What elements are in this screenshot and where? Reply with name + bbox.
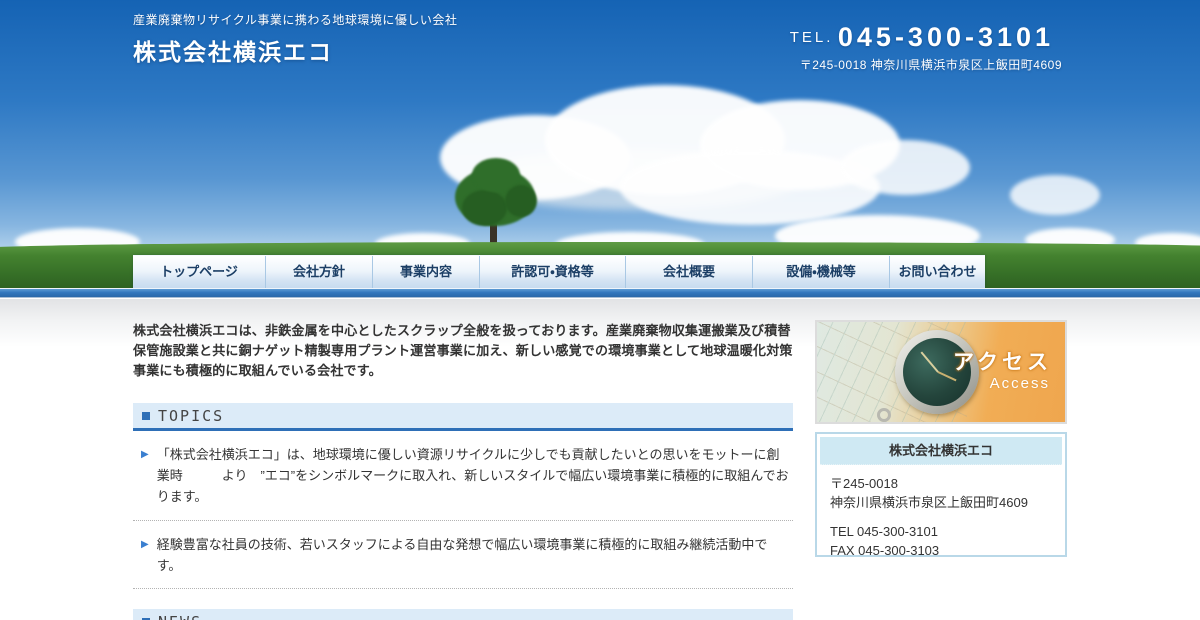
main-column: 株式会社横浜エコは、非鉄金属を中心としたスクラップ全般を扱っております。産業廃棄… [133,321,793,620]
nav-item-business[interactable]: 事業内容 [372,256,479,288]
access-banner[interactable]: アクセス Access [815,320,1067,424]
tree [505,185,537,217]
compass-crown [877,408,891,422]
site-tagline: 産業廃棄物リサイクル事業に携わる地球環境に優しい会社 [133,11,457,28]
news-title: NEWS [158,613,202,620]
list-item: ▶ 「株式会社横浜エコ」は、地球環境に優しい資源リサイクルに少しでも貢献したいと… [133,431,793,520]
square-bullet-icon [142,412,150,420]
company-tel: TEL 045-300-3101 [830,523,1052,542]
list-item: ▶ 経験豊富な社員の技術、若いスタッフによる自由な発想で幅広い環境事業に積極的に… [133,521,793,590]
access-banner-subtitle: Access [990,375,1050,392]
nav-item-contact[interactable]: お問い合わせ [889,256,985,288]
compass-hand [921,351,939,372]
tel-label: TEL. [790,29,834,46]
company-address: 神奈川県横浜市泉区上飯田町4609 [830,494,1052,513]
main-nav: トップページ 会社方針 事業内容 許認可・資格等 会社概要 設備・機械等 お問い… [133,255,985,288]
tel-number: 045-300-3101 [838,22,1054,52]
site-identity: 産業廃棄物リサイクル事業に携わる地球環境に優しい会社 株式会社横浜エコ [133,11,457,67]
divider-bar [0,288,1200,298]
arrow-icon: ▶ [141,445,149,507]
access-banner-title: アクセス [953,346,1052,376]
company-fax: FAX 045-300-3103 [830,542,1052,561]
news-header: NEWS [133,609,793,620]
cloud-shape [1010,175,1100,215]
arrow-icon: ▶ [141,535,149,577]
site-title[interactable]: 株式会社横浜エコ [133,33,457,67]
topics-header: TOPICS [133,403,793,431]
page: 産業廃棄物リサイクル事業に携わる地球環境に優しい会社 株式会社横浜エコ TEL.… [0,0,1200,620]
header-address: 〒245-0018 神奈川県横浜市泉区上飯田町4609 [790,56,1062,73]
intro-paragraph: 株式会社横浜エコは、非鉄金属を中心としたスクラップ全般を扱っております。産業廃棄… [133,321,793,381]
topic-text: 「株式会社横浜エコ」は、地球環境に優しい資源リサイクルに少しでも貢献したいとの思… [157,445,789,507]
topics-title: TOPICS [158,407,224,425]
company-info-box: 株式会社横浜エコ 〒245-0018 神奈川県横浜市泉区上飯田町4609 TEL… [815,432,1067,557]
cloud-shape [840,140,970,195]
hero-photo: 産業廃棄物リサイクル事業に携わる地球環境に優しい会社 株式会社横浜エコ TEL.… [0,0,1200,288]
nav-item-company[interactable]: 会社概要 [625,256,752,288]
nav-item-equipment[interactable]: 設備・機械等 [752,256,889,288]
topics-list: ▶ 「株式会社横浜エコ」は、地球環境に優しい資源リサイクルに少しでも貢献したいと… [133,431,793,589]
tree [462,190,507,226]
header-contact: TEL. 045-300-3101 〒245-0018 神奈川県横浜市泉区上飯田… [790,22,1062,73]
topic-text: 経験豊富な社員の技術、若いスタッフによる自由な発想で幅広い環境事業に積極的に取組… [157,535,789,577]
company-info-title: 株式会社横浜エコ [820,437,1062,465]
spacer [830,513,1052,523]
nav-item-licenses[interactable]: 許認可・資格等 [479,256,625,288]
header-tel: TEL. 045-300-3101 [790,22,1062,53]
company-postal: 〒245-0018 [830,475,1052,494]
company-info-body: 〒245-0018 神奈川県横浜市泉区上飯田町4609 TEL 045-300-… [820,465,1062,570]
nav-item-top[interactable]: トップページ [133,256,265,288]
nav-item-policy[interactable]: 会社方針 [265,256,372,288]
